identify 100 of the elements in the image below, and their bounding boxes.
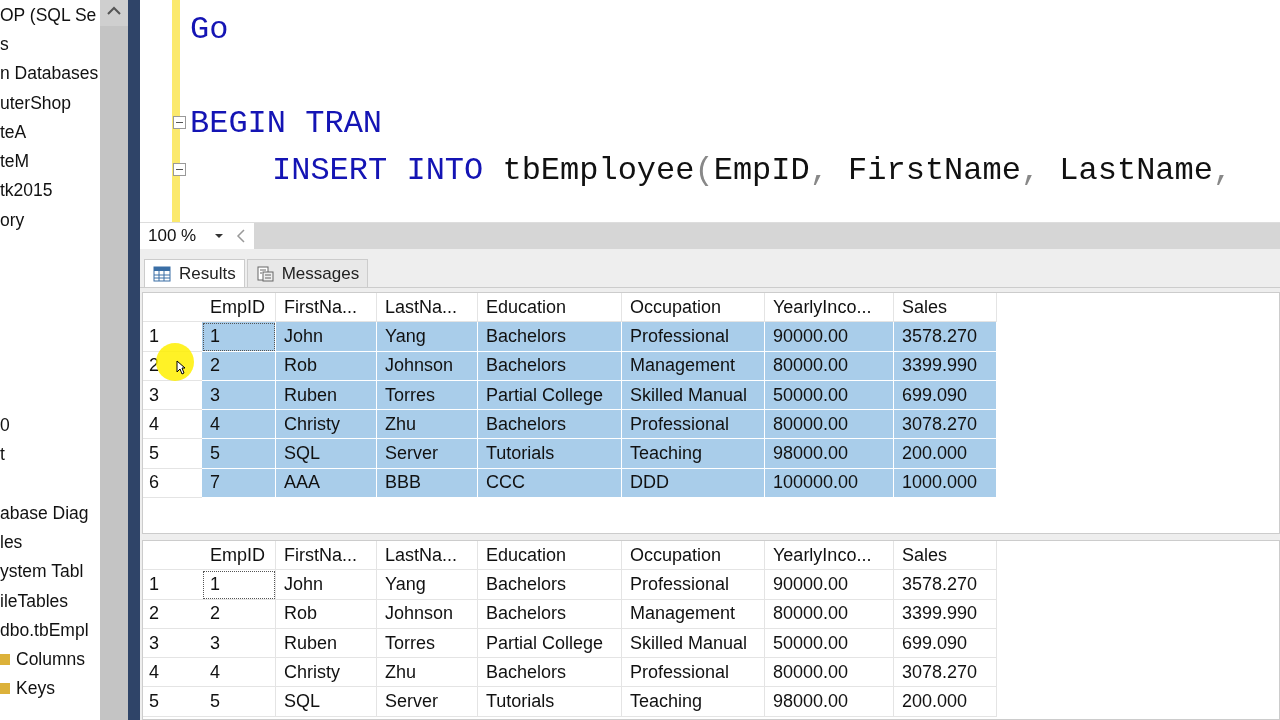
table-cell[interactable]: John <box>276 322 377 352</box>
row-number[interactable]: 1 <box>149 325 159 347</box>
column-header[interactable]: EmpID <box>202 541 276 571</box>
table-cell[interactable]: 98000.00 <box>765 439 894 469</box>
row-number[interactable]: 2 <box>149 603 159 625</box>
table-cell[interactable]: CCC <box>478 468 622 499</box>
scrollbar[interactable] <box>100 0 128 720</box>
tree-item[interactable]: teM <box>0 149 30 174</box>
table-cell[interactable]: 80000.00 <box>765 658 894 688</box>
table-cell[interactable]: Bachelors <box>478 351 622 381</box>
table-cell[interactable]: AAA <box>276 468 377 499</box>
table-cell[interactable]: 3 <box>202 380 276 411</box>
tree-item[interactable]: ory <box>0 207 25 232</box>
tree-item[interactable]: abase Diag <box>0 500 89 525</box>
collapse-icon[interactable] <box>173 163 186 176</box>
results-tab[interactable]: Results <box>144 259 245 287</box>
table-cell[interactable]: SQL <box>276 439 377 469</box>
table-cell[interactable]: Professional <box>622 322 765 352</box>
table-cell[interactable]: Skilled Manual <box>622 380 765 411</box>
column-header[interactable]: LastNa... <box>377 293 478 323</box>
table-cell[interactable]: Bachelors <box>478 599 622 629</box>
tree-item[interactable]: 0 <box>0 413 10 437</box>
table-cell[interactable]: 2 <box>202 351 276 381</box>
results-grid[interactable] <box>142 540 1280 720</box>
tree-item[interactable]: OP (SQL Se <box>0 2 97 27</box>
column-header[interactable]: Sales <box>894 293 997 323</box>
table-cell[interactable]: 90000.00 <box>765 570 894 600</box>
table-cell[interactable]: Management <box>622 599 765 629</box>
row-number[interactable]: 6 <box>149 472 159 494</box>
tree-item[interactable]: ystem Tabl <box>0 559 84 584</box>
table-cell[interactable]: BBB <box>377 468 478 499</box>
table-cell[interactable]: Partial College <box>478 628 622 659</box>
table-cell[interactable]: Zhu <box>377 410 478 440</box>
column-header[interactable]: Occupation <box>622 541 765 571</box>
scroll-up-icon[interactable] <box>107 6 121 16</box>
tree-item[interactable]: Keys <box>16 676 55 701</box>
table-cell[interactable]: 50000.00 <box>765 380 894 411</box>
row-number[interactable]: 3 <box>149 632 159 654</box>
row-number[interactable]: 5 <box>149 691 159 713</box>
row-number[interactable]: 4 <box>149 413 159 435</box>
table-cell[interactable]: Ruben <box>276 380 377 411</box>
horizontal-scrollbar[interactable] <box>254 223 1280 249</box>
table-cell[interactable]: 1000.000 <box>894 468 997 499</box>
table-cell[interactable]: Rob <box>276 599 377 629</box>
table-cell[interactable]: 3578.270 <box>894 322 997 352</box>
table-cell[interactable]: 699.090 <box>894 628 997 659</box>
table-cell[interactable]: 3 <box>202 628 276 659</box>
column-header[interactable]: Sales <box>894 541 997 571</box>
column-header[interactable]: Education <box>478 293 622 323</box>
table-cell[interactable]: Yang <box>377 322 478 352</box>
row-number[interactable]: 5 <box>149 443 159 465</box>
table-cell[interactable]: 3078.270 <box>894 410 997 440</box>
row-number[interactable]: 4 <box>149 661 159 683</box>
table-cell[interactable]: 90000.00 <box>765 322 894 352</box>
tree-item[interactable]: tk2015 <box>0 178 53 203</box>
table-cell[interactable]: Bachelors <box>478 658 622 688</box>
row-number[interactable]: 3 <box>149 384 159 406</box>
table-cell[interactable]: Zhu <box>377 658 478 688</box>
table-cell[interactable]: Professional <box>622 658 765 688</box>
table-cell[interactable]: 200.000 <box>894 687 997 717</box>
table-cell[interactable]: Server <box>377 439 478 469</box>
table-cell[interactable]: Christy <box>276 658 377 688</box>
tree-item[interactable]: ileTables <box>0 588 69 613</box>
table-cell[interactable]: 5 <box>202 687 276 717</box>
tree-item[interactable]: dbo.tbEmpl <box>0 617 89 642</box>
tree-item[interactable]: n Databases <box>0 61 99 86</box>
table-cell[interactable]: 50000.00 <box>765 628 894 659</box>
table-cell[interactable]: Rob <box>276 351 377 381</box>
tree-item[interactable]: teA <box>0 119 27 144</box>
table-cell[interactable]: 3578.270 <box>894 570 997 600</box>
table-cell[interactable]: Johnson <box>377 351 478 381</box>
table-cell[interactable]: 1 <box>202 322 276 352</box>
table-cell[interactable]: Tutorials <box>478 439 622 469</box>
table-cell[interactable]: Yang <box>377 570 478 600</box>
table-cell[interactable]: 5 <box>202 439 276 469</box>
column-header[interactable]: LastNa... <box>377 541 478 571</box>
tree-item[interactable]: t <box>0 442 5 467</box>
scroll-left-icon[interactable] <box>236 229 246 243</box>
table-cell[interactable]: Server <box>377 687 478 717</box>
table-cell[interactable]: 4 <box>202 658 276 688</box>
column-header[interactable]: Occupation <box>622 293 765 323</box>
table-cell[interactable]: SQL <box>276 687 377 717</box>
table-cell[interactable]: DDD <box>622 468 765 499</box>
table-cell[interactable]: 1 <box>202 570 276 600</box>
table-cell[interactable]: Professional <box>622 410 765 440</box>
column-header[interactable]: Education <box>478 541 622 571</box>
table-cell[interactable]: 3078.270 <box>894 658 997 688</box>
table-cell[interactable]: Bachelors <box>478 322 622 352</box>
zoom-dropdown[interactable]: 100 % <box>142 225 230 247</box>
column-header[interactable]: FirstNa... <box>276 541 377 571</box>
table-cell[interactable]: 4 <box>202 410 276 440</box>
column-header[interactable]: EmpID <box>202 293 276 323</box>
code-editor[interactable]: Go BEGIN TRAN INSERT INTO tbEmployee(EmpID, FirstName, LastName, <box>140 0 1280 222</box>
table-cell[interactable]: Management <box>622 351 765 381</box>
tree-item[interactable]: s <box>0 31 9 56</box>
results-tab[interactable]: Messages <box>246 259 369 287</box>
collapse-icon[interactable] <box>173 116 186 129</box>
column-header[interactable]: YearlyInco... <box>765 541 894 571</box>
table-cell[interactable]: 2 <box>202 599 276 629</box>
table-cell[interactable]: 100000.00 <box>765 468 894 499</box>
